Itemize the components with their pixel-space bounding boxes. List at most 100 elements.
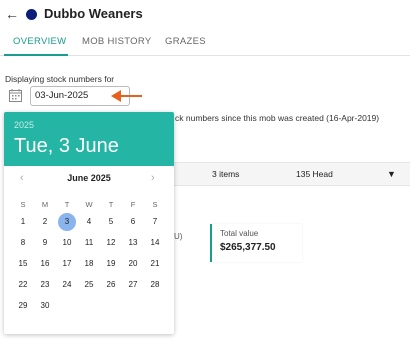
total-value-card: Total value $265,377.50	[210, 224, 302, 262]
calendar-day[interactable]: 24	[56, 277, 78, 293]
calendar-day-number: 7	[152, 217, 158, 226]
calendar-day-number: 4	[86, 217, 92, 226]
calendar-day[interactable]: 5	[100, 214, 122, 230]
weekday-header: S M T W T F S	[12, 200, 166, 209]
calendar-week-row: 22 23 24 25 26 27 28	[12, 277, 166, 293]
calendar-day-number: 9	[42, 238, 48, 247]
weekday-label: F	[130, 200, 136, 209]
calendar-icon[interactable]	[9, 89, 22, 102]
calendar-day-number: 12	[106, 238, 116, 247]
calendar-day	[78, 298, 100, 314]
calendar-day[interactable]: 29	[12, 298, 34, 314]
calendar-day[interactable]: 4	[78, 214, 100, 230]
calendar-day-number: 24	[62, 280, 72, 289]
calendar-day[interactable]: 6	[122, 214, 144, 230]
calendar-day[interactable]: 17	[56, 256, 78, 272]
calendar-week-row: 15 16 17 18 19 20 21	[12, 256, 166, 272]
calendar-week-row: 29 30	[12, 298, 166, 314]
calendar-week-row: 1 2 3 4 5 6 7	[12, 213, 166, 231]
calendar-day[interactable]: 23	[34, 277, 56, 293]
arrow-pointer-icon	[111, 90, 142, 102]
tab-grazes[interactable]: GRAZES	[165, 36, 206, 48]
items-count: 3 items	[212, 169, 240, 179]
calendar-day[interactable]: 13	[122, 235, 144, 251]
calendar-day	[100, 298, 122, 314]
tab-mob-history[interactable]: MOB HISTORY	[82, 36, 151, 48]
calendar-day-number: 18	[84, 259, 94, 268]
month-label: June 2025	[67, 173, 111, 183]
calendar-day-number: 1	[20, 217, 26, 226]
calendar-day[interactable]: 1	[12, 214, 34, 230]
app-header: ← Dubbo Weaners	[0, 0, 410, 30]
calendar-day-number: 30	[40, 301, 50, 310]
weekday-label: W	[85, 200, 93, 209]
card-fragment: U)	[174, 226, 184, 256]
calendar-day-number: 13	[128, 238, 138, 247]
arrow-left-icon[interactable]: ←	[5, 6, 19, 22]
calendar-day	[144, 298, 166, 314]
calendar-day[interactable]: 7	[144, 214, 166, 230]
calendar-day-number: 19	[106, 259, 116, 268]
calendar-day[interactable]: 27	[122, 277, 144, 293]
stock-history-note: ck numbers since this mob was created (1…	[175, 113, 380, 123]
calendar-day[interactable]: 22	[12, 277, 34, 293]
card-fragment-text: U)	[174, 232, 183, 241]
calendar-day[interactable]: 2	[34, 214, 56, 230]
triangle-down-icon[interactable]: ▼	[387, 169, 396, 179]
calendar-day[interactable]: 20	[122, 256, 144, 272]
tab-overview[interactable]: OVERVIEW	[13, 36, 66, 48]
calendar-day-number: 28	[150, 280, 160, 289]
total-value-amount: $265,377.50	[220, 242, 276, 253]
weekday-label: S	[20, 200, 26, 209]
calendar-day-number: 10	[62, 238, 72, 247]
calendar-week-row: 8 9 10 11 12 13 14	[12, 235, 166, 251]
weekday-label: T	[108, 200, 114, 209]
tab-bar: OVERVIEW MOB HISTORY GRAZES	[0, 30, 410, 56]
active-tab-indicator	[4, 54, 68, 56]
calendar-day-number: 25	[84, 280, 94, 289]
calendar-day[interactable]: 30	[34, 298, 56, 314]
calendar-day-number: 27	[128, 280, 138, 289]
chevron-right-icon[interactable]: ›	[151, 172, 155, 184]
date-picker: 2025 Tue, 3 June ‹ June 2025 › S M T W T…	[4, 112, 174, 334]
calendar-day	[122, 298, 144, 314]
calendar-day-number: 6	[130, 217, 136, 226]
calendar-day-number: 26	[106, 280, 116, 289]
summary-row[interactable]: 3 items 135 Head ▼	[174, 162, 410, 186]
calendar-day[interactable]: 3	[56, 213, 78, 231]
calendar-day-number: 20	[128, 259, 138, 268]
calendar-day[interactable]: 21	[144, 256, 166, 272]
weekday-label: T	[64, 200, 70, 209]
page-title: Dubbo Weaners	[44, 6, 143, 21]
calendar-day[interactable]: 8	[12, 235, 34, 251]
calendar-day-number: 8	[20, 238, 26, 247]
calendar-day-number: 23	[40, 280, 50, 289]
calendar-day-number: 29	[18, 301, 28, 310]
weekday-label: M	[41, 200, 49, 209]
calendar-day[interactable]: 19	[100, 256, 122, 272]
calendar-day-number: 14	[150, 238, 160, 247]
calendar-day[interactable]: 11	[78, 235, 100, 251]
calendar-day[interactable]: 25	[78, 277, 100, 293]
calendar-day[interactable]: 14	[144, 235, 166, 251]
calendar-day[interactable]: 16	[34, 256, 56, 272]
calendar-day-number: 3	[64, 217, 70, 226]
calendar-day-number: 17	[62, 259, 72, 268]
calendar-day	[56, 298, 78, 314]
mob-color-dot	[26, 9, 37, 20]
calendar-day-number: 5	[108, 217, 114, 226]
calendar-day[interactable]: 28	[144, 277, 166, 293]
calendar-day-number: 21	[150, 259, 160, 268]
calendar-day-number: 16	[40, 259, 50, 268]
calendar-day[interactable]: 10	[56, 235, 78, 251]
calendar-day-number: 11	[84, 238, 94, 247]
month-nav: ‹ June 2025 ›	[4, 172, 174, 186]
calendar-day-number: 2	[42, 217, 48, 226]
calendar-day[interactable]: 12	[100, 235, 122, 251]
calendar-day[interactable]: 18	[78, 256, 100, 272]
calendar-day[interactable]: 9	[34, 235, 56, 251]
calendar-day[interactable]: 26	[100, 277, 122, 293]
calendar-day[interactable]: 15	[12, 256, 34, 272]
picker-year[interactable]: 2025	[14, 120, 34, 130]
weekday-label: S	[152, 200, 158, 209]
